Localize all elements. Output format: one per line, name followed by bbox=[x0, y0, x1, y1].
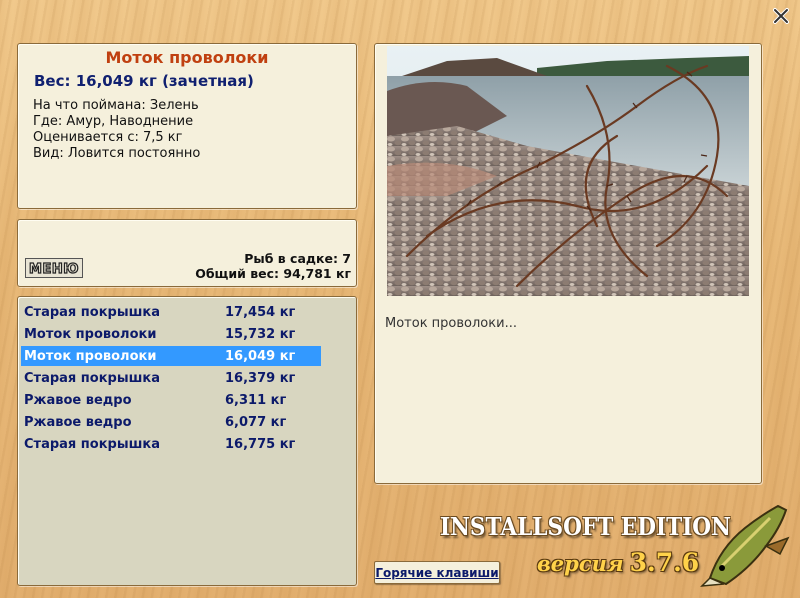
item-name: Моток проволоки bbox=[24, 327, 157, 342]
fish-count: Рыб в садке: 7 bbox=[244, 251, 351, 266]
menu-label: МЕНЮ bbox=[29, 262, 79, 277]
list-item[interactable]: Ржавое ведро 6,311 кг bbox=[21, 390, 321, 410]
list-item[interactable]: Моток проволоки 16,049 кг bbox=[21, 346, 321, 366]
item-name: Старая покрышка bbox=[24, 437, 160, 452]
item-weight: 16,049 кг bbox=[225, 349, 296, 364]
pike-logo-icon bbox=[700, 498, 792, 588]
hotkeys-button[interactable]: Горячие клавиши bbox=[374, 561, 500, 584]
list-item[interactable]: Старая покрышка 16,379 кг bbox=[21, 368, 321, 388]
edition-label: INSTALLSOFT EDITION bbox=[440, 512, 731, 541]
version-number: 3.7.6 bbox=[629, 548, 700, 577]
catch-title: Моток проволоки bbox=[105, 48, 269, 67]
close-button[interactable] bbox=[771, 6, 791, 26]
item-weight: 16,775 кг bbox=[225, 437, 296, 452]
menu-button[interactable]: МЕНЮ bbox=[25, 258, 83, 278]
catch-kind: Вид: Ловится постоянно bbox=[33, 146, 201, 161]
item-weight: 15,732 кг bbox=[225, 327, 296, 342]
catch-location: Где: Амур, Наводнение bbox=[33, 114, 194, 129]
version-row: версия 3.7.6 bbox=[537, 548, 699, 577]
close-icon bbox=[773, 8, 789, 24]
catch-list[interactable]: Старая покрышка 17,454 кг Моток проволоки 1… bbox=[17, 296, 357, 586]
catch-bait: На что поймана: Зелень bbox=[33, 98, 199, 113]
item-weight: 6,311 кг bbox=[225, 393, 287, 408]
catch-rated-from: Оценивается с: 7,5 кг bbox=[33, 130, 183, 145]
list-item[interactable]: Старая покрышка 17,454 кг bbox=[21, 302, 321, 322]
item-name: Ржавое ведро bbox=[24, 393, 132, 408]
item-name: Ржавое ведро bbox=[24, 415, 132, 430]
list-item[interactable]: Старая покрышка 16,775 кг bbox=[21, 434, 321, 454]
item-name: Старая покрышка bbox=[24, 305, 160, 320]
item-weight: 6,077 кг bbox=[225, 415, 287, 430]
catch-weight: Вес: 16,049 кг (зачетная) bbox=[34, 72, 254, 90]
item-weight: 17,454 кг bbox=[225, 305, 296, 320]
catch-photo bbox=[387, 46, 749, 296]
list-item[interactable]: Моток проволоки 15,732 кг bbox=[21, 324, 321, 344]
photo-panel: Моток проволоки... bbox=[374, 43, 762, 484]
total-weight: Общий вес: 94,781 кг bbox=[195, 266, 351, 281]
item-name: Старая покрышка bbox=[24, 371, 160, 386]
list-item[interactable]: Ржавое ведро 6,077 кг bbox=[21, 412, 321, 432]
version-label: версия bbox=[537, 551, 624, 576]
item-weight: 16,379 кг bbox=[225, 371, 296, 386]
photo-caption: Моток проволоки... bbox=[385, 316, 517, 331]
catch-info-panel: Моток проволоки Вес: 16,049 кг (зачетная… bbox=[17, 43, 357, 209]
cage-panel: МЕНЮ Рыб в садке: 7 Общий вес: 94,781 кг bbox=[17, 219, 357, 287]
item-name: Моток проволоки bbox=[24, 349, 157, 364]
